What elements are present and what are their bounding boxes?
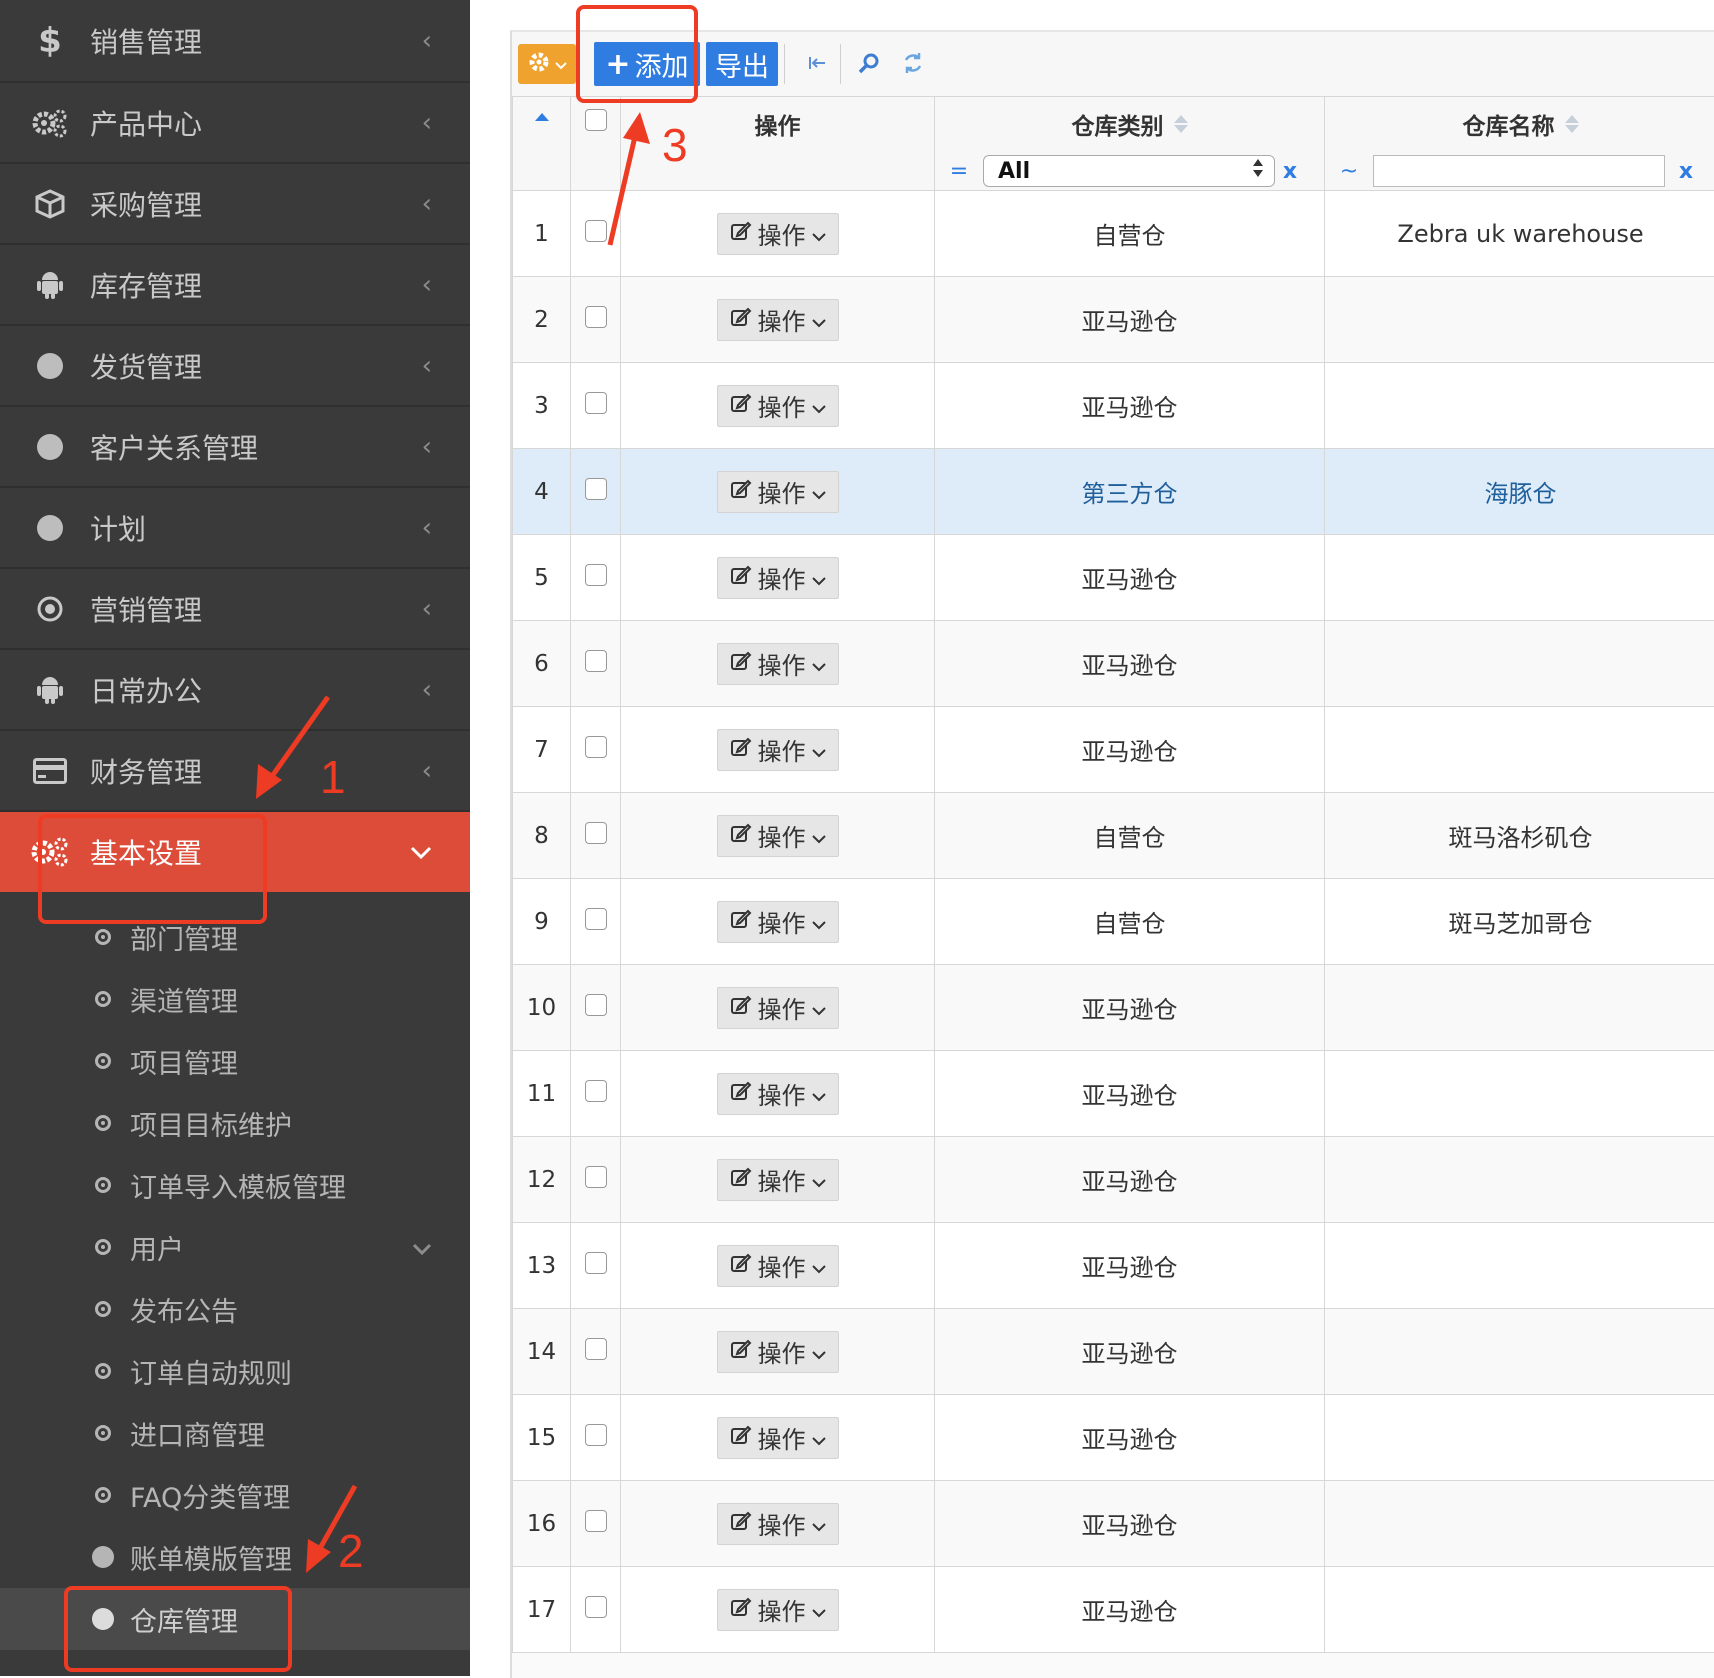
annotation-arrow-1	[268, 697, 328, 782]
annotation-box-basic-settings	[38, 814, 267, 924]
annotation-arrowhead-2	[306, 1539, 331, 1573]
annotation-number-1: 1	[320, 750, 346, 804]
annotation-number-3: 3	[662, 118, 688, 172]
annotation-number-2: 2	[338, 1524, 364, 1578]
annotation-arrowhead-3	[623, 112, 650, 144]
annotation-box-add	[576, 5, 698, 103]
annotation-arrow-3	[610, 132, 636, 245]
annotation-box-warehouse	[64, 1586, 292, 1672]
